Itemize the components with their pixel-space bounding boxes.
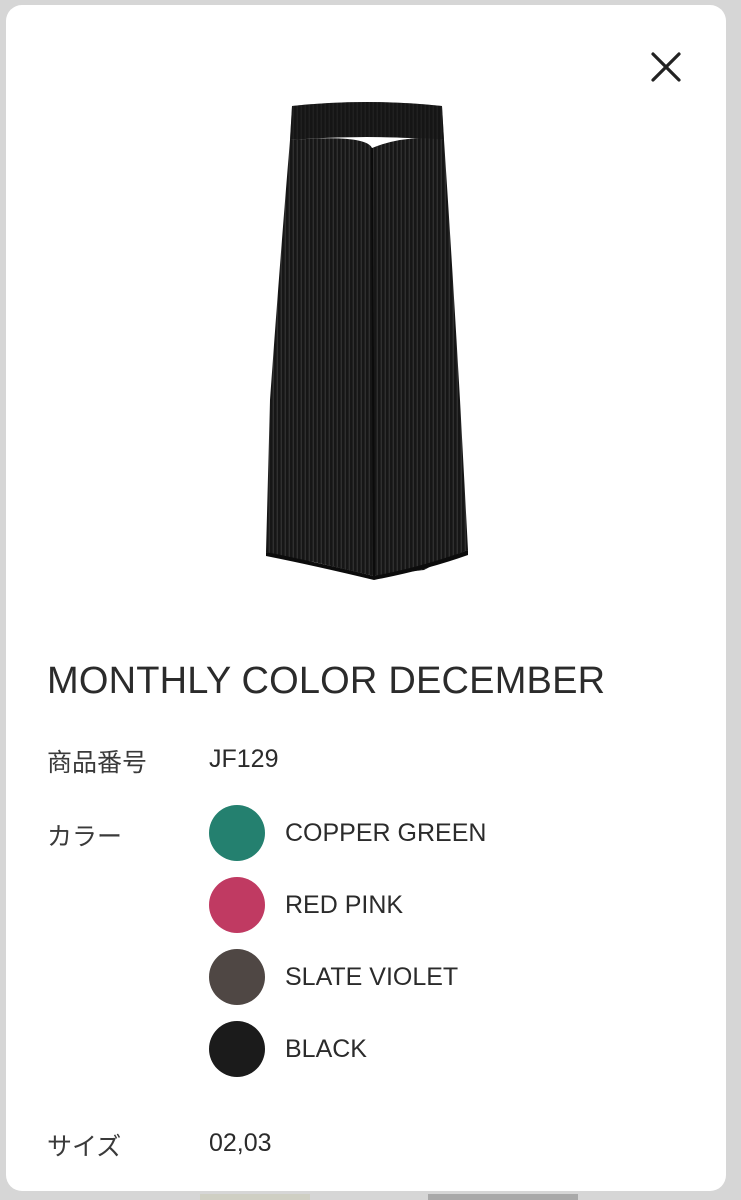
background-thumbnail [428, 1194, 578, 1200]
color-option-red-pink[interactable]: RED PINK [209, 877, 486, 933]
color-swatch [209, 805, 265, 861]
background-thumbnail [200, 1194, 310, 1200]
color-name: COPPER GREEN [285, 818, 487, 847]
close-button[interactable] [642, 43, 690, 91]
size-value: 02,03 [209, 1129, 272, 1157]
product-number-label: 商品番号 [47, 749, 148, 777]
color-name: BLACK [285, 1034, 367, 1063]
color-swatch [209, 877, 265, 933]
product-title: MONTHLY COLOR DECEMBER [47, 660, 606, 702]
color-name: RED PINK [285, 890, 404, 919]
color-list: COPPER GREEN RED PINK SLATE VIOLET BLACK [209, 805, 486, 1093]
color-label: カラー [47, 823, 123, 851]
product-detail-modal: MONTHLY COLOR DECEMBER 商品番号 JF129 カラー CO… [6, 5, 726, 1191]
color-option-copper-green[interactable]: COPPER GREEN [209, 805, 486, 861]
color-option-black[interactable]: BLACK [209, 1021, 486, 1077]
color-name: SLATE VIOLET [285, 962, 459, 991]
color-option-slate-violet[interactable]: SLATE VIOLET [209, 949, 486, 1005]
size-label: サイズ [47, 1133, 122, 1161]
close-icon [651, 52, 681, 82]
product-number-value: JF129 [209, 745, 279, 773]
color-swatch [209, 949, 265, 1005]
product-image [266, 102, 468, 580]
color-swatch [209, 1021, 265, 1077]
